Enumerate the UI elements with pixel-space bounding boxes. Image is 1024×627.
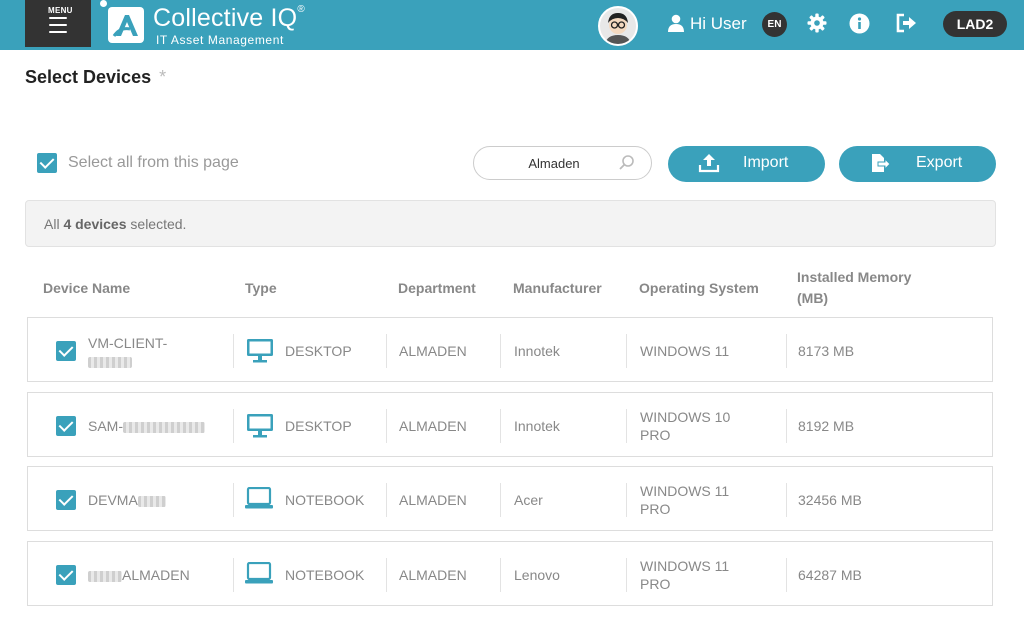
required-mark: * — [159, 67, 167, 87]
device-memory: 32456 MB — [798, 492, 862, 508]
row-checkbox[interactable] — [56, 490, 76, 510]
device-name: ALMADEN — [88, 566, 190, 584]
select-all-control[interactable]: Select all from this page — [37, 153, 239, 173]
brand-name: Collective IQ® — [153, 4, 305, 32]
row-checkbox[interactable] — [56, 565, 76, 585]
menu-button[interactable]: MENU — [25, 0, 91, 47]
device-manufacturer: Lenovo — [514, 567, 560, 583]
column-header-manufacturer[interactable]: Manufacturer — [513, 278, 602, 299]
device-os: WINDOWS 11 PRO — [640, 558, 730, 592]
brand-tagline: IT Asset Management — [156, 33, 284, 47]
environment-badge[interactable]: LAD2 — [943, 11, 1007, 37]
device-department: ALMADEN — [399, 418, 467, 434]
device-os: WINDOWS 11 PRO — [640, 483, 730, 517]
device-manufacturer: Innotek — [514, 418, 560, 434]
language-button[interactable]: EN — [762, 12, 787, 37]
device-type: NOTEBOOK — [285, 567, 365, 583]
column-header-type[interactable]: Type — [245, 278, 277, 299]
export-label: Export — [916, 154, 963, 171]
redacted-text — [88, 356, 132, 368]
column-header-department[interactable]: Department — [398, 278, 476, 299]
device-memory: 8192 MB — [798, 418, 855, 434]
table-row[interactable]: DEVMA NOTEBOOK ALMADEN Acer WINDOWS 11 PR… — [27, 466, 993, 531]
menu-label: MENU — [48, 6, 73, 15]
import-button[interactable]: Import — [668, 146, 825, 182]
export-file-icon — [872, 154, 891, 172]
device-type: DESKTOP — [285, 343, 352, 359]
user-icon — [668, 14, 684, 32]
device-type: DESKTOP — [285, 418, 352, 434]
gear-icon[interactable] — [807, 13, 829, 35]
export-button[interactable]: Export — [839, 146, 996, 182]
device-department: ALMADEN — [399, 492, 467, 508]
device-name: VM-CLIENT- — [88, 334, 167, 370]
top-bar: MENU Collective IQ® IT Asset Management … — [0, 0, 1024, 50]
info-icon[interactable] — [849, 13, 871, 35]
column-header-installed-memory[interactable]: Installed Memory (MB) — [797, 267, 937, 309]
redacted-text — [88, 570, 122, 582]
device-os: WINDOWS 10 PRO — [640, 409, 731, 443]
search-input[interactable] — [494, 153, 614, 173]
user-menu[interactable]: Hi User — [668, 14, 747, 36]
select-all-label: Select all from this page — [68, 154, 239, 171]
table-row[interactable]: ALMADEN NOTEBOOK ALMADEN Lenovo WINDOWS … — [27, 541, 993, 606]
selection-notice: All 4 devices selected. — [25, 200, 996, 247]
device-memory: 8173 MB — [798, 343, 855, 359]
device-manufacturer: Innotek — [514, 343, 560, 359]
row-checkbox[interactable] — [56, 416, 76, 436]
logo-dot — [100, 0, 107, 7]
device-type: NOTEBOOK — [285, 492, 365, 508]
greeting-text: Hi User — [690, 14, 747, 33]
device-manufacturer: Acer — [514, 492, 543, 508]
upload-icon — [698, 154, 720, 173]
select-all-checkbox[interactable] — [37, 153, 57, 173]
desktop-icon — [247, 414, 273, 438]
table-row[interactable]: VM-CLIENT- DESKTOP ALMADEN Innotek WINDO… — [27, 317, 993, 382]
menu-icon — [49, 17, 67, 38]
notebook-icon — [245, 562, 273, 584]
device-os: WINDOWS 11 — [640, 343, 730, 359]
row-checkbox[interactable] — [56, 341, 76, 361]
redacted-text — [137, 495, 166, 507]
search-box[interactable] — [473, 146, 652, 180]
selection-count: 4 devices — [63, 216, 127, 232]
page-title: Select Devices * — [25, 67, 167, 87]
device-name: SAM- — [88, 417, 205, 435]
device-department: ALMADEN — [399, 343, 467, 359]
import-label: Import — [743, 154, 789, 171]
table-row[interactable]: SAM- DESKTOP ALMADEN Innotek WINDOWS 10 P… — [27, 392, 993, 457]
column-header-device-name[interactable]: Device Name — [43, 278, 130, 299]
registered-mark: ® — [297, 4, 305, 15]
device-memory: 64287 MB — [798, 567, 862, 583]
redacted-text — [123, 421, 205, 433]
desktop-icon — [247, 339, 273, 363]
device-department: ALMADEN — [399, 567, 467, 583]
search-icon[interactable] — [618, 154, 636, 172]
avatar[interactable] — [598, 6, 638, 46]
notebook-icon — [245, 487, 273, 509]
device-name: DEVMA — [88, 491, 166, 509]
logo-mark-icon — [108, 7, 144, 43]
column-header-operating-system[interactable]: Operating System — [639, 278, 759, 299]
logout-icon[interactable] — [896, 13, 918, 35]
